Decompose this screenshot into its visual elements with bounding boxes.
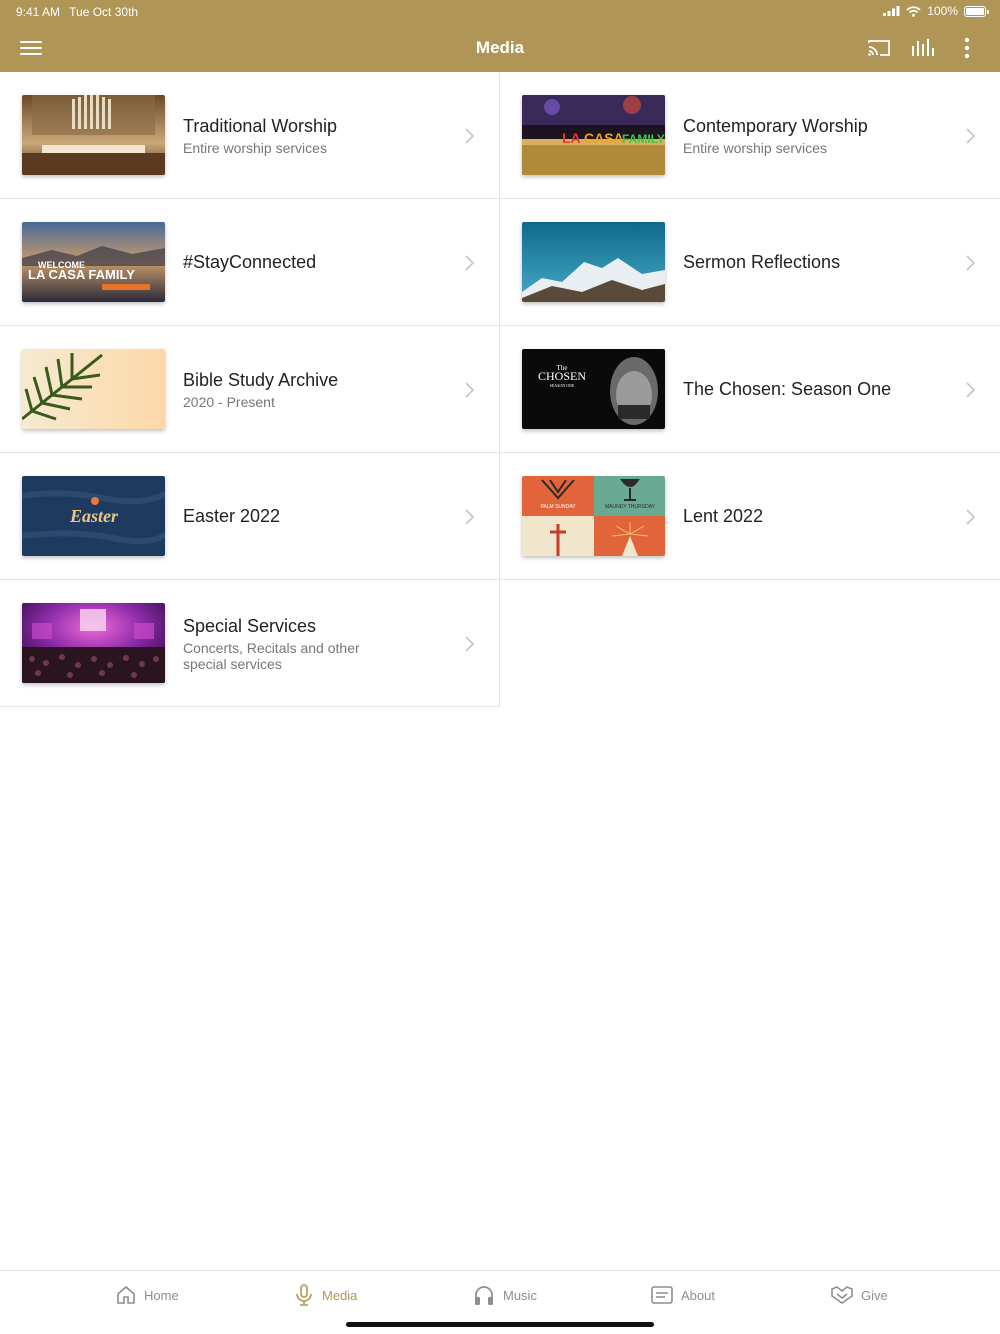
tab-label: Music xyxy=(503,1287,537,1303)
media-item-sermon-reflections[interactable]: Sermon Reflections xyxy=(500,199,1000,326)
tab-home[interactable]: Home xyxy=(116,1283,179,1307)
home-icon xyxy=(117,1285,135,1304)
item-subtitle: Entire worship services xyxy=(683,139,827,156)
audio-button[interactable] xyxy=(910,35,936,61)
chevron-right-icon xyxy=(966,255,976,271)
concert-hall-image xyxy=(22,603,165,683)
palm-leaf-image xyxy=(22,349,165,429)
battery-icon xyxy=(964,5,989,17)
item-title: Sermon Reflections xyxy=(683,252,841,272)
chevron-right-icon xyxy=(966,382,976,398)
item-title: Easter 2022 xyxy=(183,506,281,526)
cast-button[interactable] xyxy=(866,35,892,61)
chevron-right-icon xyxy=(465,636,475,652)
media-item-contemporary-worship[interactable]: LA CASA FAMILY Contemporary Worship Enti… xyxy=(500,72,1000,199)
status-time: 9:41 AM xyxy=(16,5,61,19)
cast-icon xyxy=(868,40,890,56)
thumb-text: SEASON ONE xyxy=(550,383,575,388)
give-icon xyxy=(831,1286,853,1304)
tab-label: Media xyxy=(322,1287,358,1303)
chevron-right-icon xyxy=(465,382,475,398)
tab-label: Give xyxy=(861,1287,888,1303)
item-title: Special Services xyxy=(183,615,317,636)
item-title: The Chosen: Season One xyxy=(683,379,892,399)
mountain-image xyxy=(522,222,665,302)
empty-cell xyxy=(500,580,1000,707)
thumb-text: CHOSEN xyxy=(538,369,586,383)
status-time-date: 9:41 AM Tue Oct 30th xyxy=(16,5,144,19)
chevron-right-icon xyxy=(465,509,475,525)
media-item-lent-2022[interactable]: PALM SUNDAY MAUNDY THURSDAY Lent 2022 xyxy=(500,453,1000,580)
svg-text:LA: LA xyxy=(562,130,581,146)
media-item-special-services[interactable]: Special Services Concerts, Recitals and … xyxy=(0,580,500,707)
the-chosen-image: The CHOSEN SEASON ONE xyxy=(522,349,665,429)
chevron-right-icon xyxy=(465,128,475,144)
tab-about[interactable]: About xyxy=(651,1283,715,1307)
media-item-easter-2022[interactable]: Easter Easter 2022 xyxy=(0,453,500,580)
media-item-bible-study-archive[interactable]: Bible Study Archive 2020 - Present xyxy=(0,326,500,453)
audio-bars-icon xyxy=(912,39,934,56)
status-indicators: 100% xyxy=(883,4,989,18)
chevron-right-icon xyxy=(966,509,976,525)
media-item-traditional-worship[interactable]: Traditional Worship Entire worship servi… xyxy=(0,72,500,199)
more-options-button[interactable] xyxy=(954,35,980,61)
svg-text:FAMILY: FAMILY xyxy=(622,132,665,146)
media-item-stay-connected[interactable]: WELCOME LA CASA FAMILY #StayConnected xyxy=(0,199,500,326)
chevron-right-icon xyxy=(966,128,976,144)
signal-icon xyxy=(883,6,900,16)
welcome-banner-image: WELCOME LA CASA FAMILY xyxy=(22,222,165,302)
media-item-the-chosen[interactable]: The CHOSEN SEASON ONE The Chosen: Season… xyxy=(500,326,1000,453)
item-subtitle: 2020 - Present xyxy=(183,393,275,410)
stage-band-image: LA CASA FAMILY xyxy=(522,95,665,175)
status-bar: 9:41 AM Tue Oct 30th 100% xyxy=(0,0,1000,24)
headphones-icon xyxy=(475,1286,493,1305)
wifi-icon xyxy=(906,5,921,17)
item-title: Contemporary Worship xyxy=(683,115,868,136)
item-title: Bible Study Archive xyxy=(183,369,339,390)
easter-image: Easter xyxy=(22,476,165,556)
thumb-text: LA CASA FAMILY xyxy=(28,267,135,282)
status-date: Tue Oct 30th xyxy=(69,5,139,19)
item-title: Lent 2022 xyxy=(683,506,764,526)
tab-label: Home xyxy=(144,1287,179,1303)
item-subtitle: Concerts, Recitals and other special ser… xyxy=(183,639,360,672)
microphone-icon xyxy=(296,1284,312,1306)
tab-media[interactable]: Media xyxy=(294,1283,357,1307)
info-card-icon xyxy=(651,1286,673,1304)
item-title: Traditional Worship xyxy=(183,115,338,136)
nav-actions xyxy=(866,35,980,61)
chevron-right-icon xyxy=(465,255,475,271)
home-indicator xyxy=(346,1322,654,1327)
thumb-text: MAUNDY THURSDAY xyxy=(605,504,656,510)
tab-music[interactable]: Music xyxy=(473,1283,537,1307)
nav-bar: Media xyxy=(0,24,1000,72)
item-title: #StayConnected xyxy=(183,252,317,272)
more-vertical-icon xyxy=(964,37,970,59)
thumb-text: PALM SUNDAY xyxy=(540,504,576,510)
battery-percent: 100% xyxy=(927,4,958,18)
media-grid: Traditional Worship Entire worship servi… xyxy=(0,72,1000,707)
page-title: Media xyxy=(475,38,525,57)
tab-label: About xyxy=(681,1287,715,1303)
svg-text:CASA: CASA xyxy=(584,130,624,146)
lent-tiles-image: PALM SUNDAY MAUNDY THURSDAY xyxy=(522,476,665,556)
tab-give[interactable]: Give xyxy=(831,1283,888,1307)
cathedral-organ-image xyxy=(22,95,165,175)
item-subtitle: Entire worship services xyxy=(183,139,327,156)
thumb-text: Easter xyxy=(69,506,119,526)
